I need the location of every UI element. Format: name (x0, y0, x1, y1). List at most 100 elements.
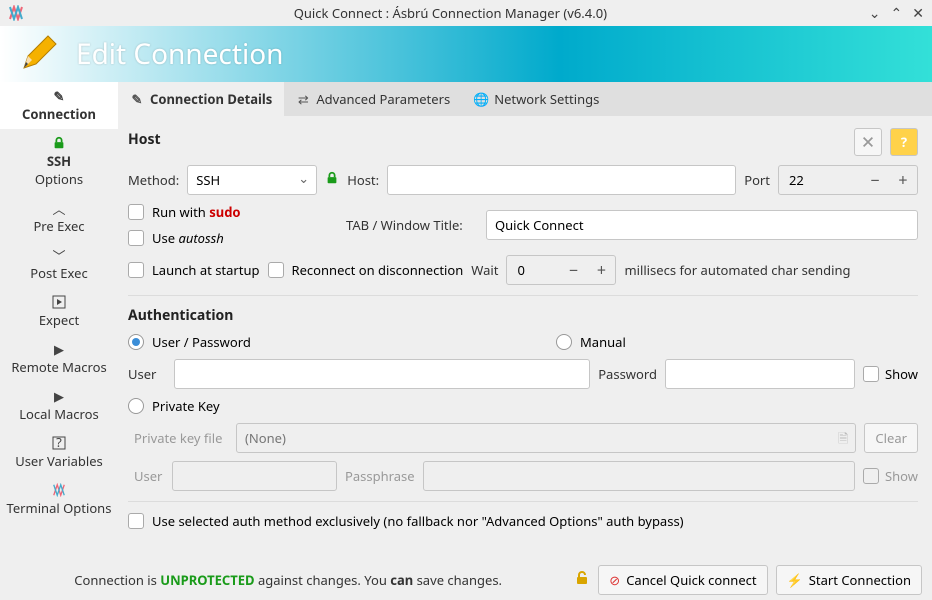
lock-icon (325, 171, 339, 189)
port-value: 22 (779, 171, 825, 189)
sidebar-item-ssh-options[interactable]: SSH Options (0, 129, 118, 194)
tab-label: Connection Details (150, 90, 272, 108)
sidebar-item-label: Terminal Options (7, 499, 112, 517)
show-password-label: Show (885, 365, 918, 383)
auth-private-key-radio[interactable] (128, 398, 144, 414)
sidebar: ✎ Connection SSH Options ︿ Pre Exec ﹀ Po… (0, 82, 118, 560)
host-input[interactable] (387, 165, 736, 195)
port-increment-button[interactable]: + (889, 166, 917, 194)
window-title: Quick Connect : Ásbrú Connection Manager… (32, 4, 869, 22)
asbru-icon (51, 482, 67, 498)
footer: Connection is UNPROTECTED against change… (0, 560, 932, 600)
method-select[interactable]: SSH (187, 165, 317, 195)
tab-title-input[interactable] (486, 210, 918, 240)
tab-connection-details[interactable]: ✎ Connection Details (118, 82, 284, 116)
host-label: Host: (347, 171, 379, 189)
run-with-sudo-label: Run with sudo (152, 203, 241, 221)
sidebar-item-local-macros[interactable]: ▶ Local Macros (0, 382, 118, 429)
pk-show-checkbox (863, 468, 879, 484)
tab-network-settings[interactable]: 🌐 Network Settings (462, 82, 611, 116)
reconnect-label: Reconnect on disconnection (292, 261, 464, 279)
launch-at-startup-label: Launch at startup (152, 261, 260, 279)
show-password-checkbox[interactable] (863, 366, 879, 382)
pencil-icon (18, 34, 58, 74)
sidebar-item-label: Connection (22, 105, 96, 123)
pk-file-label: Private key file (128, 429, 228, 447)
sidebar-item-post-exec[interactable]: ﹀ Post Exec (0, 241, 118, 288)
host-section-title: Host (128, 130, 161, 149)
sidebar-item-expect[interactable]: Expect (0, 288, 118, 335)
start-connection-button[interactable]: ⚡ Start Connection (776, 565, 922, 595)
sliders-icon: ⇄ (296, 92, 310, 106)
run-with-sudo-checkbox[interactable] (128, 204, 144, 220)
port-decrement-button[interactable]: − (861, 166, 889, 194)
status-text: Connection is UNPROTECTED against change… (10, 571, 566, 589)
wait-increment-button[interactable]: + (587, 256, 615, 284)
page-title: Edit Connection (76, 35, 283, 73)
sidebar-item-terminal-options[interactable]: Terminal Options (0, 476, 118, 523)
tab-label: Network Settings (494, 90, 599, 108)
minimize-button[interactable]: ⌄ (869, 4, 881, 23)
method-label: Method: (128, 171, 179, 189)
page-header: Edit Connection (0, 26, 932, 82)
tab-advanced-parameters[interactable]: ⇄ Advanced Parameters (284, 82, 462, 116)
pencil-icon: ✎ (130, 92, 144, 106)
pencil-icon: ✎ (51, 88, 67, 104)
auth-manual-radio[interactable] (556, 334, 572, 350)
titlebar: Quick Connect : Ásbrú Connection Manager… (0, 0, 932, 26)
unlocked-icon (574, 570, 590, 590)
reconnect-checkbox[interactable] (268, 262, 284, 278)
play-icon: ▶ (51, 388, 67, 404)
close-button[interactable]: ✕ (912, 4, 924, 23)
wait-stepper[interactable]: 0 − + (506, 255, 616, 285)
chevron-down-icon: ﹀ (51, 247, 67, 263)
lock-icon (51, 135, 67, 151)
sidebar-item-label: User Variables (15, 452, 103, 470)
sidebar-item-label: Local Macros (19, 405, 98, 423)
play-box-icon (51, 294, 67, 310)
chevron-up-icon: ︿ (51, 200, 67, 216)
sidebar-item-label: Post Exec (30, 264, 87, 282)
exclusive-auth-label: Use selected auth method exclusively (no… (152, 512, 684, 530)
sidebar-item-label: Expect (39, 311, 79, 329)
use-autossh-checkbox[interactable] (128, 230, 144, 246)
sidebar-item-remote-macros[interactable]: ▶ Remote Macros (0, 335, 118, 382)
tools-button[interactable] (854, 128, 882, 156)
wait-label: Wait (471, 261, 498, 279)
file-open-icon[interactable]: 🗎 (838, 429, 848, 452)
pk-file-input (236, 423, 856, 453)
help-button[interactable]: ? (890, 128, 918, 156)
wait-suffix-label: millisecs for automated char sending (624, 261, 850, 279)
use-autossh-label: Use autossh (152, 229, 224, 247)
sidebar-item-pre-exec[interactable]: ︿ Pre Exec (0, 194, 118, 241)
wait-value: 0 (507, 261, 553, 279)
lightning-icon: ⚡ (787, 571, 803, 589)
port-label: Port (744, 171, 770, 189)
auth-user-password-label: User / Password (152, 333, 251, 351)
launch-at-startup-checkbox[interactable] (128, 262, 144, 278)
user-label: User (128, 365, 166, 383)
cancel-icon: ⊘ (609, 571, 620, 589)
sidebar-item-label: Remote Macros (11, 358, 106, 376)
maximize-button[interactable]: ⌃ (891, 4, 903, 23)
tab-label: Advanced Parameters (316, 90, 450, 108)
port-stepper[interactable]: 22 − + (778, 165, 918, 195)
sidebar-item-label: SSH (47, 152, 71, 170)
sidebar-item-user-variables[interactable]: ? User Variables (0, 429, 118, 476)
user-input[interactable] (174, 359, 590, 389)
cancel-button[interactable]: ⊘ Cancel Quick connect (598, 565, 767, 595)
sidebar-item-connection[interactable]: ✎ Connection (0, 82, 118, 129)
clear-pk-button[interactable]: Clear (864, 423, 918, 453)
auth-manual-label: Manual (580, 333, 626, 351)
pk-show-label: Show (885, 467, 918, 485)
exclusive-auth-checkbox[interactable] (128, 513, 144, 529)
tab-bar: ✎ Connection Details ⇄ Advanced Paramete… (118, 82, 932, 116)
password-label: Password (598, 365, 657, 383)
sidebar-item-label: Options (35, 170, 83, 188)
auth-private-key-label: Private Key (152, 397, 220, 415)
pk-user-label: User (128, 467, 164, 485)
password-input[interactable] (665, 359, 855, 389)
auth-user-password-radio[interactable] (128, 334, 144, 350)
wait-decrement-button[interactable]: − (559, 256, 587, 284)
globe-icon: 🌐 (474, 92, 488, 106)
